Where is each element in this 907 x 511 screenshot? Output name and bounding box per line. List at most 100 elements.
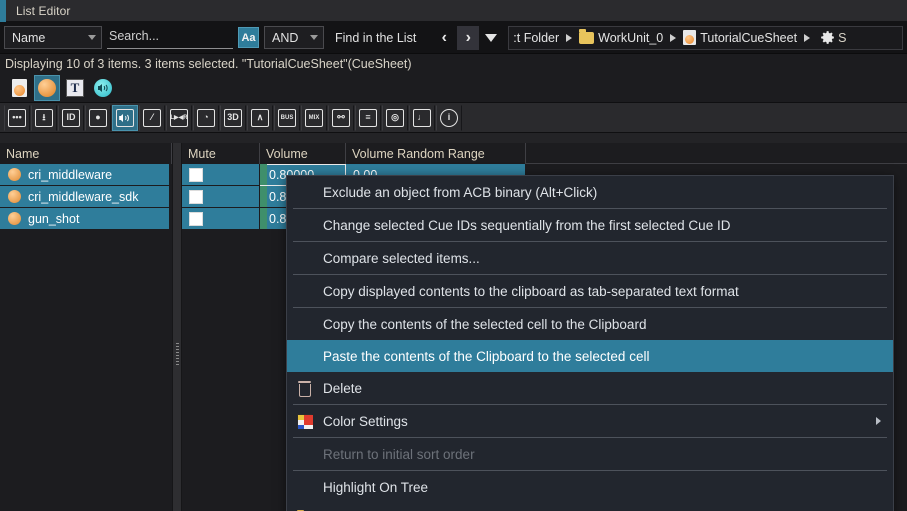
cell-name[interactable]: cri_middleware_sdk bbox=[0, 186, 170, 208]
pen-button[interactable]: ⁄ bbox=[139, 104, 165, 131]
menu-item-label: Change selected Cue IDs sequentially fro… bbox=[323, 217, 731, 233]
property-tab-toolbar: ••• ⭳ ID ● ⁄ L▶◀R ◔ 3D ∧ BUS MIX ⚯ ≡ ◎ ♩… bbox=[0, 103, 907, 133]
menu-item-label: Paste the contents of the Clipboard to t… bbox=[323, 348, 650, 364]
search-field-combo[interactable]: Name bbox=[4, 26, 102, 49]
object-type-toolbar: T bbox=[0, 73, 907, 103]
info-icon: i bbox=[440, 108, 458, 127]
text-track-icon: T bbox=[66, 78, 84, 97]
mute-checkbox[interactable] bbox=[189, 211, 203, 226]
id-button[interactable]: ID bbox=[58, 104, 84, 131]
search-logic-combo[interactable]: AND bbox=[264, 26, 324, 49]
3d-button[interactable]: 3D bbox=[220, 104, 246, 131]
menu-item-copy-displayed-contents[interactable]: Copy displayed contents to the clipboard… bbox=[287, 275, 893, 307]
pen-icon: ⁄ bbox=[143, 108, 161, 127]
chevron-down-icon bbox=[88, 35, 96, 40]
breadcrumb-separator-icon bbox=[804, 33, 811, 42]
nav-back-button[interactable]: ‹ bbox=[433, 26, 455, 50]
mute-checkbox[interactable] bbox=[189, 167, 203, 182]
nav-dropdown-icon[interactable] bbox=[485, 33, 498, 42]
3d-pan-button[interactable]: ◔ bbox=[193, 104, 219, 131]
menu-item-label: Return to initial sort order bbox=[323, 446, 475, 462]
column-header-mute[interactable]: Mute bbox=[182, 143, 260, 164]
cell-mute[interactable] bbox=[182, 186, 260, 208]
settings-breadcrumb-item[interactable]: S bbox=[819, 29, 846, 46]
cell-mute[interactable] bbox=[182, 208, 260, 230]
title-bar: List Editor bbox=[0, 0, 907, 22]
match-case-button[interactable]: Aa bbox=[238, 27, 259, 48]
column-header-name[interactable]: Name bbox=[0, 143, 172, 164]
cell-name-label: gun_shot bbox=[28, 211, 80, 226]
comment-button[interactable]: ••• bbox=[4, 104, 30, 131]
cuesheet-doc-button[interactable] bbox=[6, 75, 32, 101]
bus-mixer-icon: BUS bbox=[278, 108, 296, 127]
menu-item-color-settings[interactable]: Color Settings bbox=[287, 405, 893, 437]
pane-splitter[interactable] bbox=[172, 143, 182, 511]
import-button[interactable]: ⭳ bbox=[31, 104, 57, 131]
cuesheet-icon bbox=[683, 30, 697, 45]
menu-item-label: Delete bbox=[323, 380, 363, 396]
cell-name[interactable]: cri_middleware bbox=[0, 164, 170, 186]
table-row[interactable]: cri_middleware bbox=[0, 164, 172, 186]
disc-button[interactable]: ◎ bbox=[382, 104, 408, 131]
window-title: List Editor bbox=[16, 3, 71, 18]
menu-item-open-binary-output-folder[interactable]: Open Atom CueSheet Binary output folder … bbox=[287, 503, 893, 511]
search-field-combo-label: Name bbox=[12, 30, 46, 45]
list-button[interactable]: ≡ bbox=[355, 104, 381, 131]
breadcrumb-label: :t Folder bbox=[513, 30, 560, 45]
search-toolbar: Name Aa AND Find in the List ‹ › :t Fold… bbox=[0, 22, 907, 54]
disc-icon: ◎ bbox=[386, 108, 404, 127]
speaker-button[interactable] bbox=[112, 104, 138, 131]
lr-pan-button[interactable]: L▶◀R bbox=[166, 104, 192, 131]
breadcrumb-separator-icon bbox=[566, 33, 573, 42]
menu-item-paste-cell[interactable]: Paste the contents of the Clipboard to t… bbox=[287, 340, 893, 372]
table-row[interactable]: gun_shot bbox=[0, 208, 172, 230]
column-header-volume[interactable]: Volume bbox=[260, 143, 346, 164]
mix-mixer-button[interactable]: MIX bbox=[301, 104, 327, 131]
splitter-grip[interactable] bbox=[176, 343, 179, 367]
breadcrumb-item-workunit[interactable]: WorkUnit_0 bbox=[579, 28, 663, 45]
trash-icon bbox=[295, 380, 313, 397]
table-row[interactable]: cri_middleware_sdk bbox=[0, 186, 172, 208]
3d-pan-icon: ◔ bbox=[197, 108, 215, 127]
chevron-right-icon bbox=[876, 417, 881, 425]
cue-ball-button[interactable] bbox=[34, 74, 60, 101]
envelope-icon: ∧ bbox=[251, 108, 269, 127]
info-button[interactable]: i bbox=[436, 104, 462, 131]
list-editor-window: List Editor Name Aa AND Find in the List… bbox=[0, 0, 907, 511]
menu-item-delete[interactable]: Delete bbox=[287, 372, 893, 404]
cue-ball-icon bbox=[8, 168, 21, 181]
menu-item-copy-cell[interactable]: Copy the contents of the selected cell t… bbox=[287, 308, 893, 340]
volume-bar bbox=[260, 186, 267, 207]
settings-label: S bbox=[838, 30, 847, 45]
record-button[interactable]: ● bbox=[85, 104, 111, 131]
volume-bar bbox=[260, 164, 267, 185]
music-note-button[interactable]: ♩ bbox=[409, 104, 435, 131]
bus-mixer-button[interactable]: BUS bbox=[274, 104, 300, 131]
nav-forward-button[interactable]: › bbox=[457, 25, 480, 50]
menu-item-highlight-on-tree[interactable]: Highlight On Tree bbox=[287, 471, 893, 503]
cue-ball-icon bbox=[38, 78, 56, 97]
text-track-button[interactable]: T bbox=[62, 75, 88, 101]
breadcrumb-item-cuesheet[interactable]: TutorialCueSheet bbox=[683, 30, 797, 45]
menu-item-exclude-from-acb[interactable]: Exclude an object from ACB binary (Alt+C… bbox=[287, 176, 893, 208]
menu-item-change-cue-ids[interactable]: Change selected Cue IDs sequentially fro… bbox=[287, 209, 893, 241]
mute-checkbox[interactable] bbox=[189, 189, 203, 204]
envelope-button[interactable]: ∧ bbox=[247, 104, 273, 131]
patch-button[interactable]: ⚯ bbox=[328, 104, 354, 131]
menu-item-label: Compare selected items... bbox=[323, 250, 480, 266]
waveform-button[interactable] bbox=[90, 75, 116, 101]
gear-icon bbox=[821, 31, 834, 44]
music-note-icon: ♩ bbox=[413, 108, 431, 127]
breadcrumb: :t Folder WorkUnit_0 TutorialCueSheet S bbox=[508, 25, 903, 50]
comment-icon: ••• bbox=[8, 108, 26, 127]
search-input[interactable] bbox=[107, 26, 233, 49]
breadcrumb-separator-icon bbox=[670, 33, 677, 42]
column-header-volume-random-range[interactable]: Volume Random Range bbox=[346, 143, 526, 164]
menu-item-compare-selected[interactable]: Compare selected items... bbox=[287, 242, 893, 274]
import-icon: ⭳ bbox=[35, 108, 53, 127]
mix-mixer-icon: MIX bbox=[305, 108, 323, 127]
cell-name[interactable]: gun_shot bbox=[0, 208, 170, 230]
breadcrumb-item-project-folder[interactable]: :t Folder bbox=[513, 31, 559, 45]
search-logic-combo-label: AND bbox=[272, 30, 299, 45]
cell-mute[interactable] bbox=[182, 164, 260, 186]
